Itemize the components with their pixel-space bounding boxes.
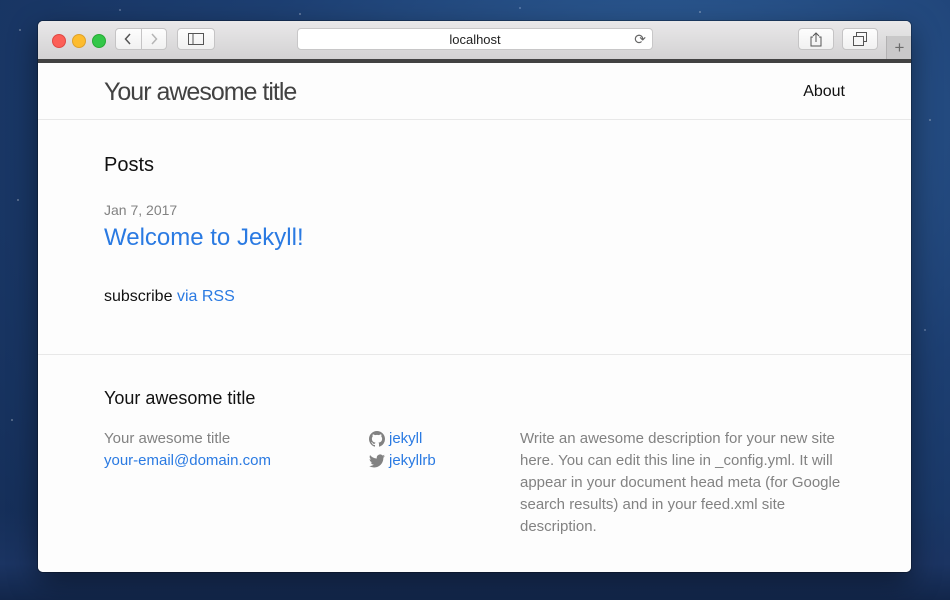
share-icon xyxy=(810,31,822,46)
sidebar-icon xyxy=(188,33,204,45)
main-content: Posts Jan 7, 2017 Welcome to Jekyll! sub… xyxy=(38,120,911,355)
tab-overview-button[interactable] xyxy=(842,28,878,50)
post-title-link[interactable]: Welcome to Jekyll! xyxy=(104,224,304,252)
footer-heading: Your awesome title xyxy=(104,388,256,408)
github-link[interactable]: jekyll xyxy=(369,428,436,450)
zoom-window-button[interactable] xyxy=(92,34,106,48)
github-icon xyxy=(369,431,385,447)
tabs-overview-icon xyxy=(853,32,867,46)
address-bar[interactable]: localhost ⟳ xyxy=(297,28,653,50)
web-page: Your awesome title About Posts Jan 7, 20… xyxy=(38,63,911,572)
back-forward-group xyxy=(115,28,167,50)
footer-site-name: Your awesome title xyxy=(104,430,231,447)
address-url: localhost xyxy=(449,31,501,47)
share-button[interactable] xyxy=(798,28,834,50)
site-title-link[interactable]: Your awesome title xyxy=(104,78,297,107)
footer-email-link[interactable]: your-email@domain.com xyxy=(104,450,271,472)
plus-icon: + xyxy=(894,37,905,57)
chevron-left-icon xyxy=(124,33,131,45)
rss-link[interactable]: via RSS xyxy=(177,288,235,305)
footer-contact: Your awesome title your-email@domain.com xyxy=(104,428,271,472)
reload-icon[interactable]: ⟳ xyxy=(634,31,646,48)
post-date: Jan 7, 2017 xyxy=(104,202,178,218)
minimize-window-button[interactable] xyxy=(72,34,86,48)
twitter-icon xyxy=(369,454,385,468)
site-header: Your awesome title About xyxy=(38,63,911,120)
subscribe-label: subscribe xyxy=(104,288,173,305)
twitter-link[interactable]: jekyllrb xyxy=(369,450,436,472)
nav-about-link[interactable]: About xyxy=(803,83,845,101)
new-tab-button[interactable]: + xyxy=(886,36,911,59)
twitter-username: jekyllrb xyxy=(389,452,436,469)
back-button[interactable] xyxy=(116,29,142,49)
subscribe-line: subscribe via RSS xyxy=(104,288,235,306)
footer-social: jekyll jekyllrb xyxy=(369,428,436,472)
close-window-button[interactable] xyxy=(52,34,66,48)
footer-description: Write an awesome description for your ne… xyxy=(520,430,841,535)
browser-toolbar: localhost ⟳ + xyxy=(38,21,911,60)
browser-window: localhost ⟳ + Your awesome title About P… xyxy=(38,21,911,572)
chevron-right-icon xyxy=(151,33,158,45)
github-username: jekyll xyxy=(389,430,423,447)
sidebar-button[interactable] xyxy=(177,28,215,50)
posts-heading: Posts xyxy=(104,154,155,176)
forward-button[interactable] xyxy=(142,29,167,49)
